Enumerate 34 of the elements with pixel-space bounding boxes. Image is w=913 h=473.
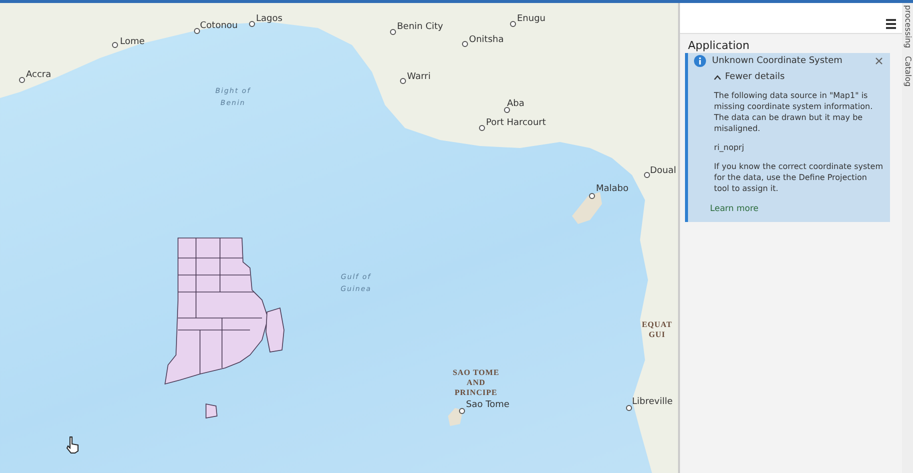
side-tab[interactable]: Catalog (904, 54, 912, 93)
city-marker (589, 193, 595, 199)
city-label: Lagos (256, 14, 282, 24)
menu-icon[interactable] (886, 19, 896, 29)
city-marker (459, 408, 465, 414)
notification-hint: If you know the correct coordinate system for the data, use the Define Projection tool to assign it. (714, 161, 884, 194)
city-label: Cotonou (200, 21, 238, 31)
notification-title: Unknown Coordinate System (712, 56, 844, 66)
city-label: Doual (650, 166, 676, 176)
city-label: Accra (26, 70, 52, 80)
city-label: Libreville (632, 397, 673, 407)
country-label: EQUAT GUI (640, 320, 674, 340)
caret-icon (714, 74, 721, 80)
city-label: Malabo (596, 184, 629, 194)
city-label: Benin City (397, 22, 444, 32)
country-label: SAO TOME AND PRINCIPE (452, 368, 500, 398)
section-heading: Application (687, 38, 750, 53)
hand-cursor-icon (66, 436, 80, 454)
close-icon[interactable] (874, 56, 884, 66)
city-label: Sao Tome (466, 400, 510, 410)
details-toggle[interactable]: Fewer details (714, 72, 785, 82)
city-marker (626, 405, 632, 411)
learn-more-link[interactable]: Learn more (710, 204, 758, 214)
city-label: Aba (507, 99, 524, 109)
city-label: Warri (407, 72, 431, 82)
island-drawing (572, 192, 602, 224)
city-label: Onitsha (469, 35, 504, 45)
island-drawing (448, 408, 463, 426)
side-tab[interactable]: processing (904, 3, 912, 54)
notification-message: The following data source in "Map1" is missing coordinate system information. The data can be drawn but it may be misaligned. (714, 90, 874, 134)
data-source-name: ri_noprj (714, 142, 746, 153)
city-label: Lome (120, 37, 145, 47)
city-label: Enugu (517, 14, 546, 24)
city-label: Port Harcourt (486, 118, 546, 128)
